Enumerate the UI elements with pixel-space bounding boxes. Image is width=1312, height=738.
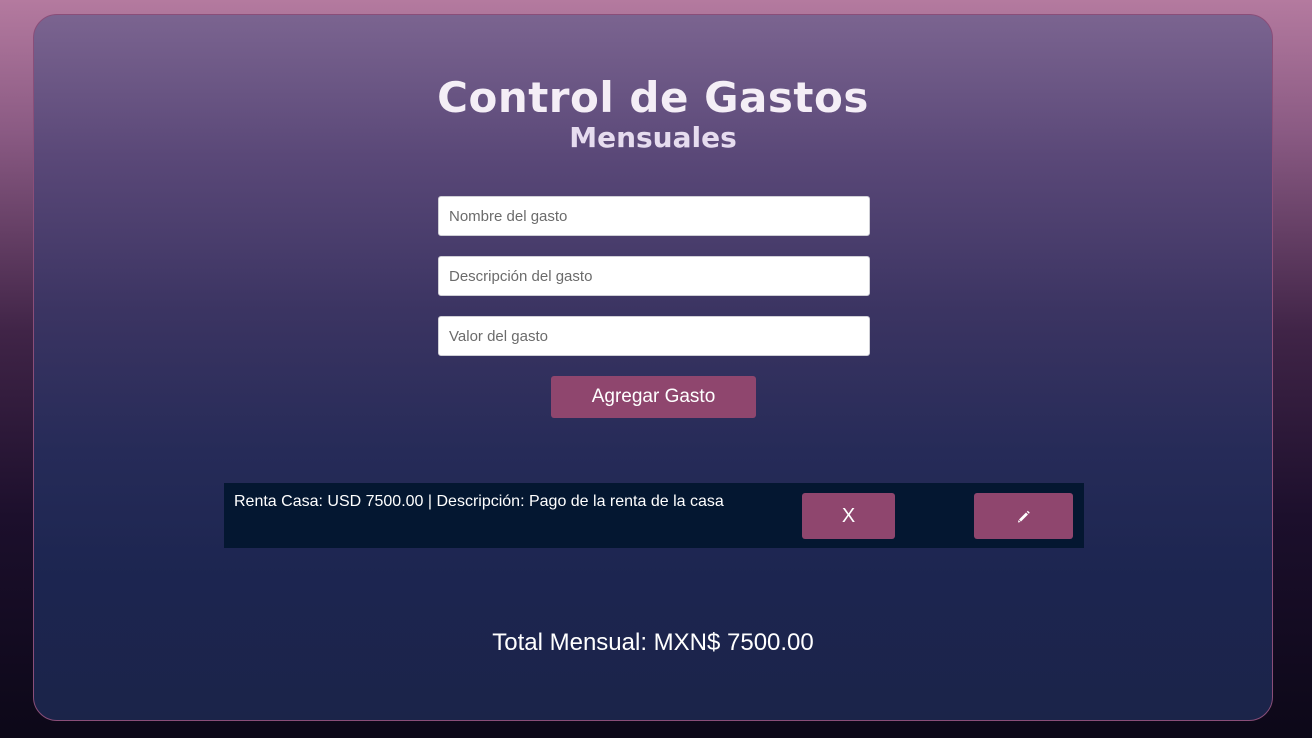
page-subtitle: Mensuales: [569, 121, 737, 154]
expense-name-input[interactable]: [438, 196, 870, 236]
expense-description-input[interactable]: [438, 256, 870, 296]
main-card: Control de Gastos Mensuales Agregar Gast…: [33, 14, 1273, 721]
page-title: Control de Gastos: [437, 73, 869, 122]
delete-expense-button[interactable]: X: [802, 493, 895, 539]
monthly-total: Total Mensual: MXN$ 7500.00: [492, 629, 814, 656]
edit-expense-button[interactable]: [974, 493, 1073, 539]
expense-value-input[interactable]: [438, 316, 870, 356]
add-expense-button[interactable]: Agregar Gasto: [551, 376, 756, 418]
expense-list-item: Renta Casa: USD 7500.00 | Descripción: P…: [224, 483, 1084, 548]
pencil-icon: [1017, 510, 1030, 523]
expense-item-text: Renta Casa: USD 7500.00 | Descripción: P…: [234, 493, 724, 510]
